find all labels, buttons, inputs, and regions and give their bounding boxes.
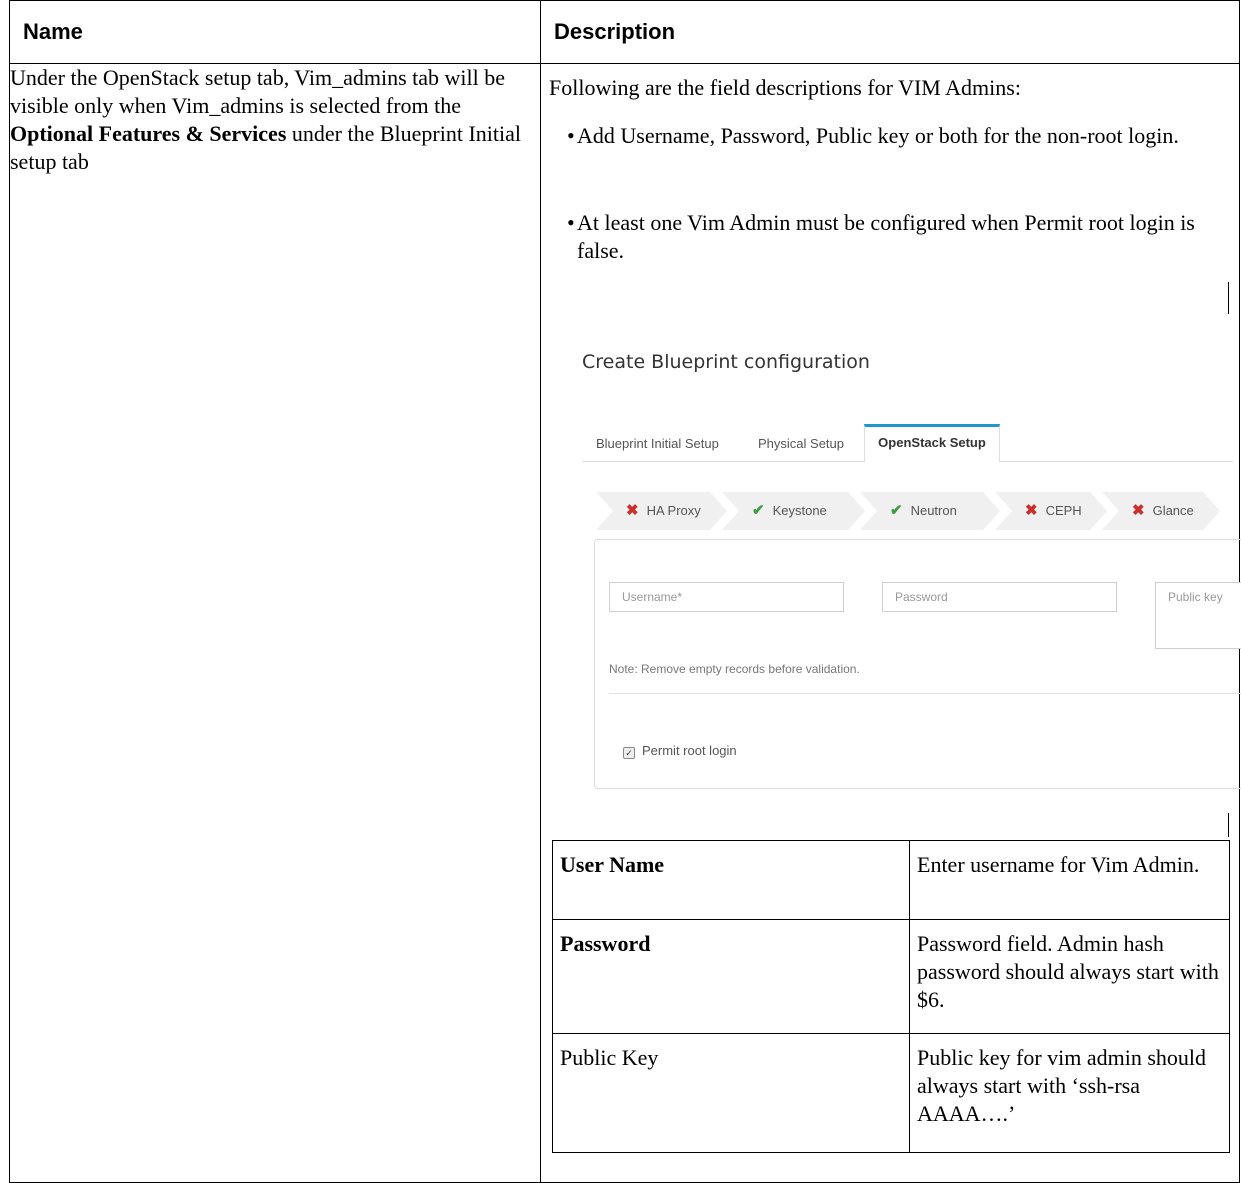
field-name-cell: Password [552, 919, 910, 1034]
margin-rule [1228, 813, 1229, 837]
bullet-dot-icon: • [567, 210, 575, 235]
x-mark-icon: ✖ [626, 502, 639, 519]
tab-blueprint-initial-setup[interactable]: Blueprint Initial Setup [596, 431, 719, 461]
bullet-text: Add Username, Password, Public key or bo… [577, 123, 1179, 148]
field-description-cell: Public key for vim admin should always s… [909, 1033, 1230, 1153]
fields-table-outer: Name Description Under the OpenStack set… [9, 0, 1241, 1183]
step-label: CEPH [1045, 503, 1082, 518]
bullet-dot-icon: • [567, 123, 575, 148]
description-intro: Following are the field descriptions for… [549, 75, 1021, 100]
x-mark-icon: ✖ [1025, 502, 1038, 519]
name-text-before: Under the OpenStack setup tab, Vim_admin… [10, 65, 506, 118]
table-row: User Name Enter username for Vim Admin. [552, 840, 1230, 920]
field-name-cell: User Name [552, 840, 910, 920]
description-column-header: Description [540, 0, 1240, 64]
vim-admin-fields-table: User Name Enter username for Vim Admin. … [552, 840, 1230, 1153]
check-mark-icon: ✔ [890, 502, 903, 519]
table-row: Under the OpenStack setup tab, Vim_admin… [9, 63, 1241, 1183]
step-glance[interactable]: ✖ Glance [1102, 492, 1220, 530]
x-mark-icon: ✖ [1132, 502, 1145, 519]
step-ceph[interactable]: ✖ CEPH [995, 492, 1107, 530]
permit-root-login-label[interactable]: Permit root login [642, 743, 737, 758]
divider [609, 693, 1241, 694]
vim-admin-panel: Username* Password Public key Note: Remo… [594, 539, 1241, 789]
tab-bar: Blueprint Initial Setup Physical Setup O… [582, 424, 1233, 462]
table-row: Public Key Public key for vim admin shou… [552, 1033, 1230, 1153]
step-neutron[interactable]: ✔ Neutron [860, 492, 1000, 530]
field-description-cell: Enter username for Vim Admin. [909, 840, 1230, 920]
bullet-item: • Add Username, Password, Public key or b… [567, 122, 1227, 150]
embedded-screenshot: Create Blueprint configuration Blueprint… [582, 344, 1241, 789]
step-keystone[interactable]: ✔ Keystone [722, 492, 865, 530]
margin-rule [1228, 282, 1229, 314]
field-description-cell: Password field. Admin hash password shou… [909, 919, 1230, 1034]
table-header-row: Name Description [9, 0, 1240, 64]
step-label: Keystone [772, 503, 827, 518]
permit-root-login-checkbox[interactable]: ✓ [623, 747, 635, 759]
step-label: Glance [1152, 503, 1194, 518]
name-column-header: Name [9, 0, 541, 64]
step-ha-proxy[interactable]: ✖ HA Proxy [596, 492, 727, 530]
table-row: Password Password field. Admin hash pass… [552, 919, 1230, 1034]
field-name-cell: Public Key [552, 1033, 910, 1153]
step-label: HA Proxy [646, 503, 701, 518]
description-cell: Following are the field descriptions for… [540, 63, 1241, 1183]
name-text-bold: Optional Features & Services [10, 121, 287, 146]
check-mark-icon: ✔ [752, 502, 765, 519]
page-title: Create Blueprint configuration [582, 351, 870, 373]
public-key-field[interactable]: Public key [1155, 582, 1241, 649]
tab-openstack-setup[interactable]: OpenStack Setup [864, 424, 1000, 462]
bullet-text: At least one Vim Admin must be configure… [577, 210, 1195, 263]
description-header-label: Description [554, 19, 676, 44]
username-field[interactable]: Username* [609, 582, 844, 612]
name-header-label: Name [23, 19, 83, 44]
bullet-item: • At least one Vim Admin must be configur… [567, 209, 1227, 265]
step-label: Neutron [910, 503, 957, 518]
name-cell: Under the OpenStack setup tab, Vim_admin… [9, 63, 541, 1183]
validation-note: Note: Remove empty records before valida… [609, 662, 860, 676]
password-field[interactable]: Password [882, 582, 1117, 612]
tab-physical-setup[interactable]: Physical Setup [758, 431, 844, 461]
